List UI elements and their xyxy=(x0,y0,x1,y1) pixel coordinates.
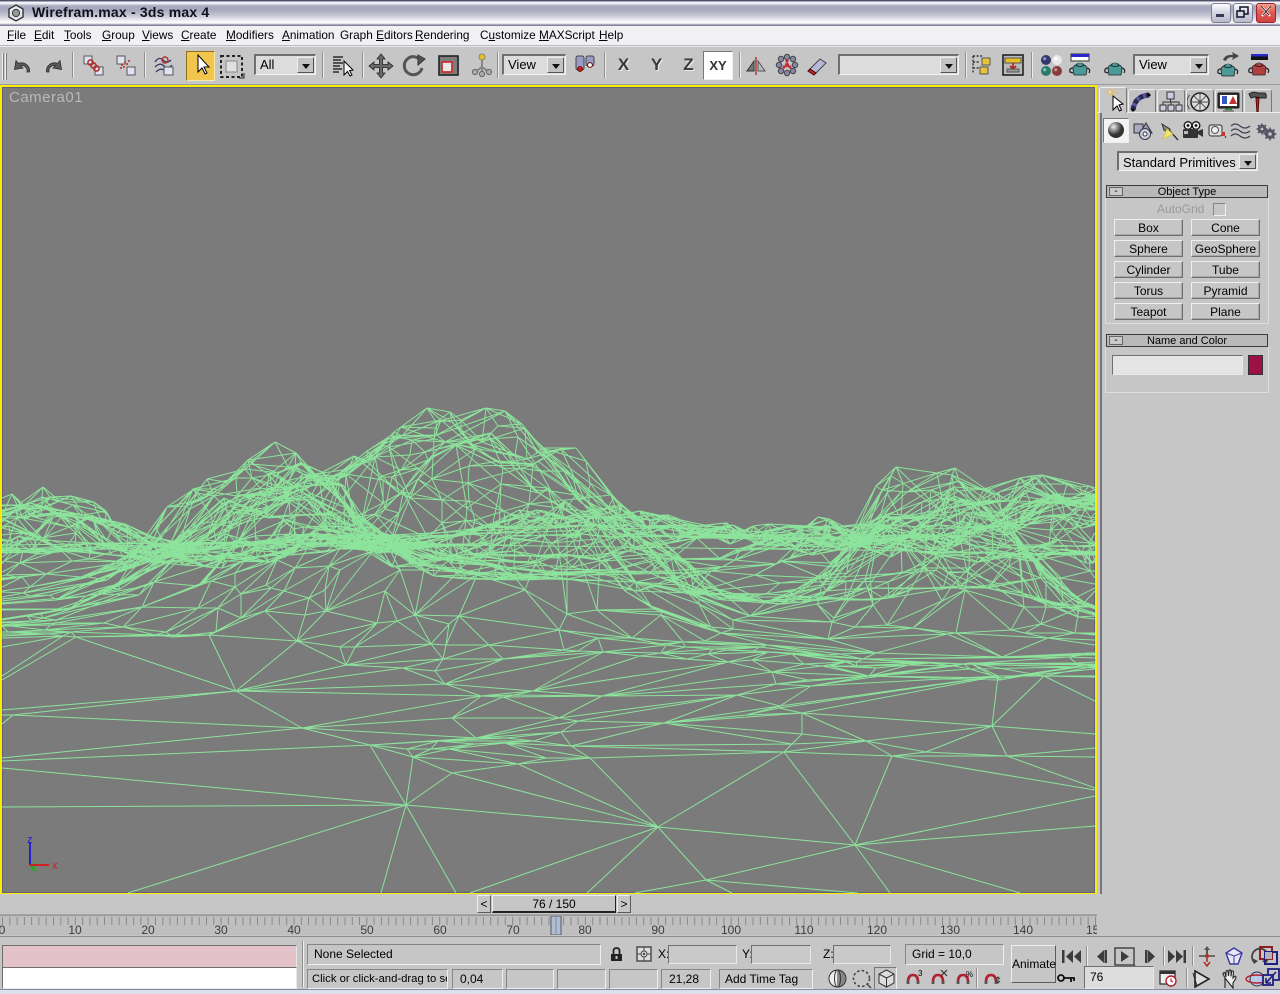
svg-text:110: 110 xyxy=(794,923,813,935)
svg-text:150: 150 xyxy=(1086,923,1097,935)
svg-text:70: 70 xyxy=(506,923,520,935)
svg-text:z: z xyxy=(27,834,33,846)
svg-text:140: 140 xyxy=(1013,923,1033,935)
svg-text:10: 10 xyxy=(68,923,82,935)
svg-text:50: 50 xyxy=(360,923,374,935)
svg-text:%: % xyxy=(966,970,973,979)
svg-text:100: 100 xyxy=(721,923,741,935)
svg-text:3: 3 xyxy=(918,969,923,978)
svg-text:130: 130 xyxy=(940,923,960,935)
svg-text:40: 40 xyxy=(287,923,301,935)
svg-text:0: 0 xyxy=(0,923,6,935)
svg-text:x: x xyxy=(52,860,58,872)
svg-text:80: 80 xyxy=(578,923,592,935)
svg-text:20: 20 xyxy=(141,923,155,935)
svg-text:60: 60 xyxy=(433,923,447,935)
svg-text:30: 30 xyxy=(214,923,228,935)
svg-text:120: 120 xyxy=(867,923,887,935)
svg-text:90: 90 xyxy=(651,923,665,935)
